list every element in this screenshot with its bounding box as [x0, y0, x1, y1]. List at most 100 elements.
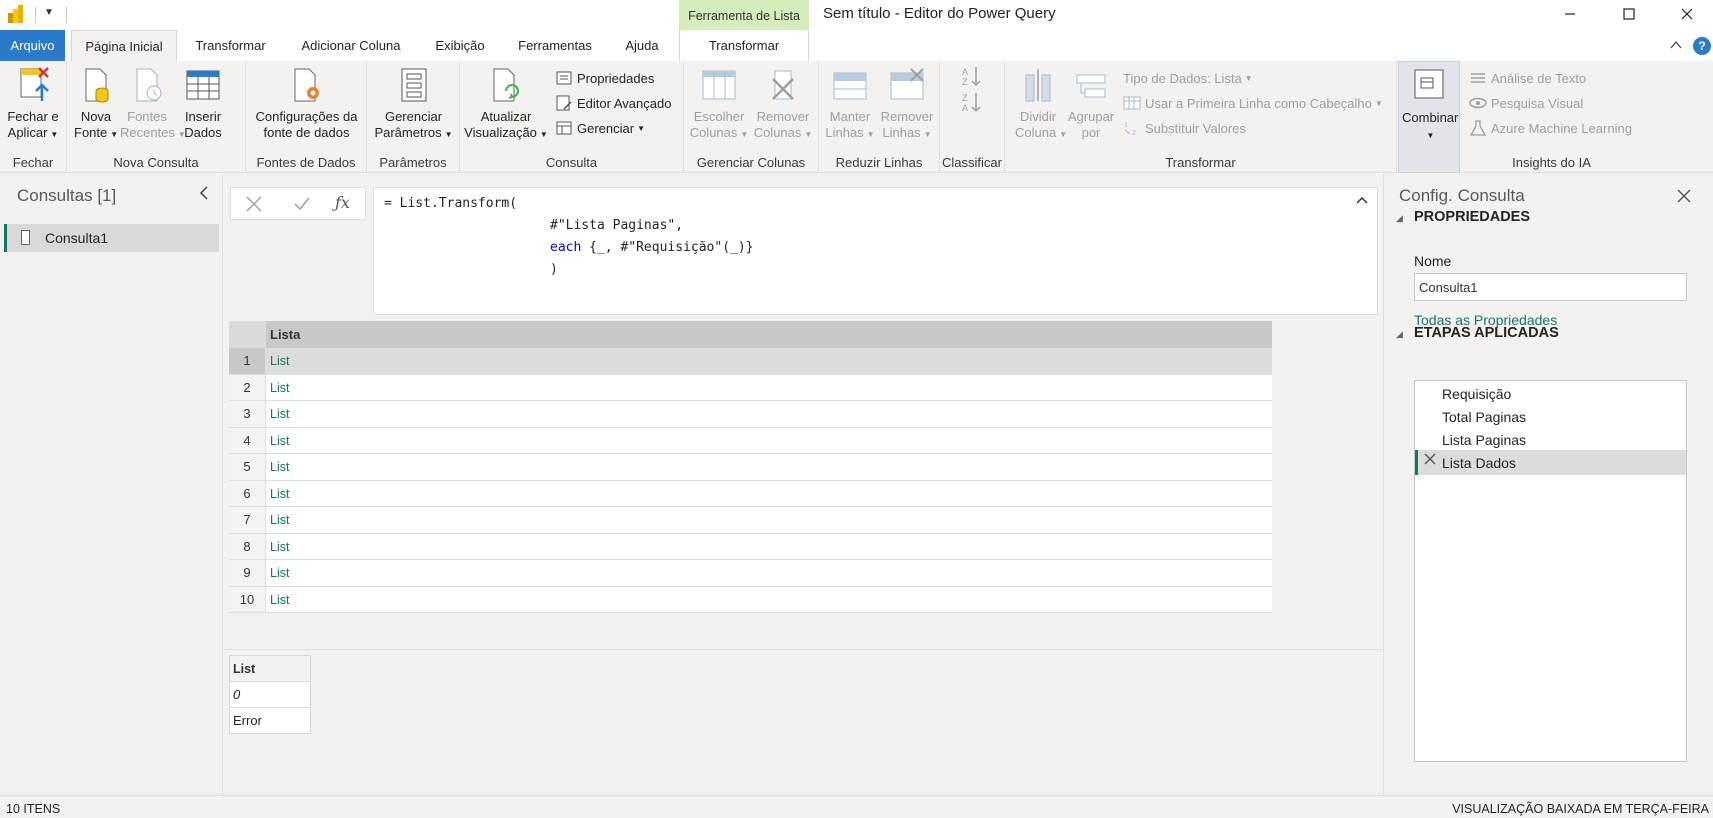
query-name-input[interactable] [1414, 273, 1687, 301]
list-link[interactable]: List [270, 593, 289, 607]
flask-icon [1469, 120, 1487, 136]
applied-step[interactable]: Lista Dados [1415, 450, 1686, 475]
recent-sources-button[interactable]: Fontes Recentes ▼ [120, 65, 186, 143]
tab-arquivo[interactable]: Arquivo [0, 30, 65, 61]
refresh-preview-button[interactable]: Atualizar Visualização ▼ [464, 65, 548, 143]
quick-access-dropdown-icon[interactable]: ▼ [44, 7, 54, 18]
tab-pagina-inicial[interactable]: Página Inicial [71, 30, 177, 62]
remove-columns-button[interactable]: Remover Colunas ▼ [752, 65, 814, 143]
tab-adicionar-coluna[interactable]: Adicionar Coluna [291, 30, 411, 61]
keep-rows-button[interactable]: Manter Linhas ▼ [823, 65, 877, 143]
text-analytics-icon [1471, 73, 1485, 83]
list-link[interactable]: List [270, 434, 289, 448]
grid-corner[interactable] [229, 321, 266, 348]
recent-sources-label-2: Recentes ▼ [120, 125, 186, 140]
data-type-dropdown[interactable]: Tipo de Dados: Lista ▼ [1123, 67, 1253, 89]
replace-values-button[interactable]: 12 Substituir Valores [1123, 117, 1246, 139]
new-source-button[interactable]: Nova Fonte ▼ [74, 65, 118, 143]
collapse-ribbon-icon[interactable] [1669, 38, 1683, 52]
fx-icon[interactable]: ƒx [335, 193, 350, 212]
combine-caret: ▼ [1426, 131, 1435, 140]
manage-button[interactable]: Gerenciar ▼ [555, 117, 645, 139]
formula-editor[interactable]: = List.Transform( #"Lista Paginas", each… [373, 187, 1378, 315]
table-row[interactable]: 5 List [229, 454, 1272, 481]
enter-data-button[interactable]: Inserir Dados [178, 65, 228, 141]
list-link[interactable]: List [270, 354, 289, 368]
use-first-row-button[interactable]: Usar a Primeira Linha como Cabeçalho ▼ [1123, 92, 1383, 114]
table-row[interactable]: 3 List [229, 401, 1272, 428]
remove-rows-label-2: Linhas ▼ [882, 125, 932, 140]
remove-rows-button[interactable]: Remover Linhas ▼ [877, 65, 937, 143]
minimize-icon[interactable] [1541, 0, 1599, 28]
table-row[interactable]: 7 List [229, 507, 1272, 534]
split-column-button[interactable]: Dividir Coluna ▼ [1015, 65, 1067, 143]
choose-columns-button[interactable]: Escolher Colunas ▼ [688, 65, 750, 143]
group-transformar: Dividir Coluna ▼ Agrupar por Tipo de Dado… [1005, 61, 1397, 173]
applied-step[interactable]: Requisição [1415, 381, 1686, 406]
svg-text:A: A [962, 103, 968, 113]
list-link[interactable]: List [270, 407, 289, 421]
applied-step[interactable]: Total Paginas [1415, 404, 1686, 429]
properties-button[interactable]: Propriedades [555, 67, 654, 89]
close-settings-icon[interactable] [1676, 184, 1692, 210]
vision-button[interactable]: Pesquisa Visual [1469, 92, 1583, 114]
table-row[interactable]: 2 List [229, 374, 1272, 401]
row-number: 10 [229, 586, 266, 612]
manage-parameters-button[interactable]: Gerenciar Parâmetros ▼ [371, 65, 456, 143]
refresh-preview-icon [493, 68, 519, 102]
use-first-row-label: Usar a Primeira Linha como Cabeçalho [1145, 95, 1372, 111]
tab-ajuda[interactable]: Ajuda [614, 30, 670, 61]
cancel-formula-icon[interactable] [245, 195, 263, 218]
text-analytics-button[interactable]: Análise de Texto [1469, 67, 1586, 89]
manage-icon [556, 121, 572, 135]
data-source-settings-label-1: Configurações da [255, 109, 358, 124]
group-label: Insights do IA [1512, 155, 1591, 170]
collapse-properties-icon[interactable]: ◢ [1396, 213, 1403, 224]
group-nova-consulta: Nova Fonte ▼ Fontes Recentes ▼ Inserir Dad… [67, 61, 246, 173]
query-item[interactable]: Consulta1 [4, 224, 219, 252]
azure-ml-button[interactable]: Azure Machine Learning [1469, 117, 1632, 139]
advanced-editor-button[interactable]: Editor Avançado [555, 92, 671, 114]
query-settings-title: Config. Consulta [1399, 186, 1525, 205]
delete-step-icon[interactable] [1424, 452, 1436, 470]
list-link[interactable]: List [270, 487, 289, 501]
sort-descending-icon[interactable]: Z A [960, 91, 984, 113]
list-link[interactable]: List [270, 540, 289, 554]
list-link[interactable]: List [270, 381, 289, 395]
collapse-queries-icon[interactable] [198, 186, 210, 205]
table-row[interactable]: 4 List [229, 427, 1272, 454]
table-row[interactable]: 1 List [229, 348, 1272, 375]
tab-exibicao[interactable]: Exibição [426, 30, 494, 61]
column-header-lista[interactable]: Lista [270, 327, 300, 342]
maximize-icon[interactable] [1600, 0, 1658, 28]
help-icon[interactable]: ? [1693, 37, 1711, 55]
collapse-steps-icon[interactable]: ◢ [1396, 329, 1403, 340]
close-window-icon[interactable] [1658, 0, 1713, 28]
group-classificar: A Z Z A Classificar [940, 61, 1005, 173]
step-label: Lista Dados [1442, 455, 1516, 471]
manage-parameters-label-2: Parâmetros ▼ [374, 125, 453, 140]
table-row[interactable]: 6 List [229, 480, 1272, 507]
tab-transformar[interactable]: Transformar [183, 30, 278, 61]
preview-divider[interactable] [224, 649, 1384, 650]
properties-label: Propriedades [577, 70, 655, 86]
data-source-settings-button[interactable]: Configurações da fonte de dados [250, 65, 363, 141]
group-by-button[interactable]: Agrupar por [1065, 65, 1117, 141]
recent-sources-label-1: Fontes [127, 109, 167, 124]
combine-button[interactable]: Combinar ▼ [1402, 66, 1458, 144]
close-apply-button[interactable]: Fechar e Aplicar ▼ [4, 65, 62, 143]
list-link[interactable]: List [270, 566, 289, 580]
commit-formula-icon[interactable] [293, 195, 311, 218]
table-row[interactable]: 9 List [229, 560, 1272, 587]
group-by-label-1: Agrupar [1067, 109, 1115, 124]
new-source-label-1: Nova [80, 109, 112, 124]
list-link[interactable]: List [270, 513, 289, 527]
sort-ascending-icon[interactable]: A Z [960, 65, 984, 87]
table-row[interactable]: 8 List [229, 533, 1272, 560]
table-row[interactable]: 10 List [229, 586, 1272, 613]
tab-transformar-lista[interactable]: Transformar [679, 30, 809, 61]
tab-ferramentas[interactable]: Ferramentas [508, 30, 602, 61]
collapse-formula-icon[interactable] [1355, 193, 1369, 208]
list-link[interactable]: List [270, 460, 289, 474]
applied-step[interactable]: Lista Paginas [1415, 427, 1686, 452]
